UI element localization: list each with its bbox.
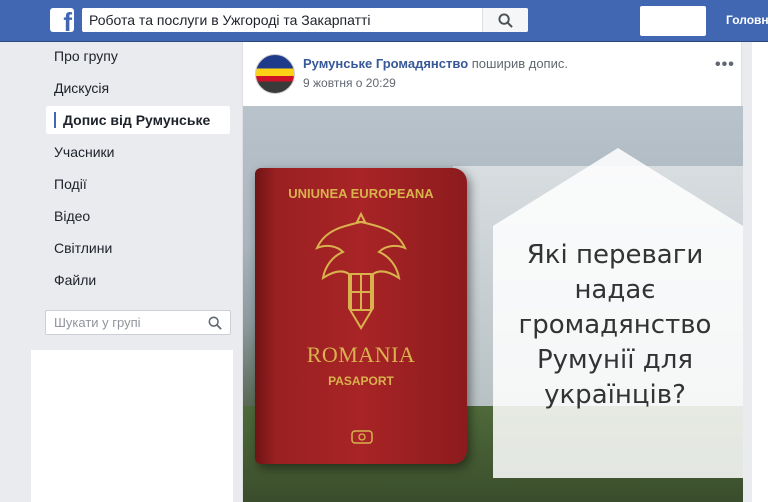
passport-type-text: PASAPORT xyxy=(328,374,394,388)
author-name-link[interactable]: Румунське Громадянство xyxy=(303,56,468,71)
post-timestamp[interactable]: 9 жовтня о 20:29 xyxy=(303,76,396,90)
question-line: Румунії для xyxy=(536,345,693,375)
group-search-input[interactable]: Шукати у групі xyxy=(45,310,231,335)
question-line: українців? xyxy=(544,380,686,410)
profile-link[interactable] xyxy=(640,6,706,36)
question-line: надає xyxy=(574,275,656,305)
sidebar-item-label: Події xyxy=(54,176,87,192)
sidebar-item-label: Відео xyxy=(54,208,91,224)
question-text: Які переваги надає громадянство Румунії … xyxy=(505,238,725,413)
passport-union-text: UNIUNEA EUROPEANA xyxy=(288,186,434,201)
post-header: Румунське Громадянство поширив допис. xyxy=(303,56,568,71)
sidebar-item-label: Файли xyxy=(54,272,97,288)
coat-of-arms-icon xyxy=(315,211,407,330)
author-avatar[interactable] xyxy=(255,54,295,94)
home-link[interactable]: Головн xyxy=(726,13,768,27)
sidebar-item-label: Учасники xyxy=(54,144,115,160)
passport-image: UNIUNEA EUROPEANA ROMANIA PASAPORT xyxy=(255,168,467,464)
sidebar-item-label: Про групу xyxy=(54,48,118,64)
biometric-chip-icon xyxy=(351,430,373,444)
search-button[interactable] xyxy=(482,8,528,32)
question-line: громадянство xyxy=(518,310,712,340)
right-column xyxy=(752,42,768,502)
passport-country-text: ROMANIA xyxy=(306,342,416,367)
sidebar-item-label: Допис від Румунське xyxy=(63,112,211,128)
top-navigation-bar: f Робота та послуги в Ужгороді та Закарп… xyxy=(0,0,768,42)
more-options-icon[interactable]: ••• xyxy=(715,56,735,74)
sidebar-item-files[interactable]: Файли xyxy=(46,266,230,294)
question-line: Які переваги xyxy=(526,240,704,270)
search-icon xyxy=(208,316,222,330)
sidebar-item-photos[interactable]: Світлини xyxy=(46,234,230,262)
post-card: Румунське Громадянство поширив допис. 9 … xyxy=(242,42,743,502)
group-search-placeholder: Шукати у групі xyxy=(54,315,141,330)
post-image[interactable]: UNIUNEA EUROPEANA ROMANIA PASAPORT Які п… xyxy=(243,106,743,502)
sidebar-panel xyxy=(31,350,233,502)
sidebar-item-label: Світлини xyxy=(54,240,113,256)
facebook-logo-icon[interactable]: f xyxy=(50,8,74,32)
sidebar-item-label: Дискусія xyxy=(54,80,110,96)
search-icon xyxy=(498,13,513,28)
sidebar-item-members[interactable]: Учасники xyxy=(46,138,230,166)
sidebar-item-about[interactable]: Про групу xyxy=(46,42,230,70)
sidebar-item-videos[interactable]: Відео xyxy=(46,202,230,230)
sidebar-item-post-from[interactable]: Допис від Румунське xyxy=(46,106,230,134)
search-query-text: Робота та послуги в Ужгороді та Закарпат… xyxy=(89,12,371,28)
sidebar-item-discussion[interactable]: Дискусія xyxy=(46,74,230,102)
search-input[interactable]: Робота та послуги в Ужгороді та Закарпат… xyxy=(82,8,528,32)
post-action-text: поширив допис. xyxy=(471,56,568,71)
sidebar-item-events[interactable]: Події xyxy=(46,170,230,198)
